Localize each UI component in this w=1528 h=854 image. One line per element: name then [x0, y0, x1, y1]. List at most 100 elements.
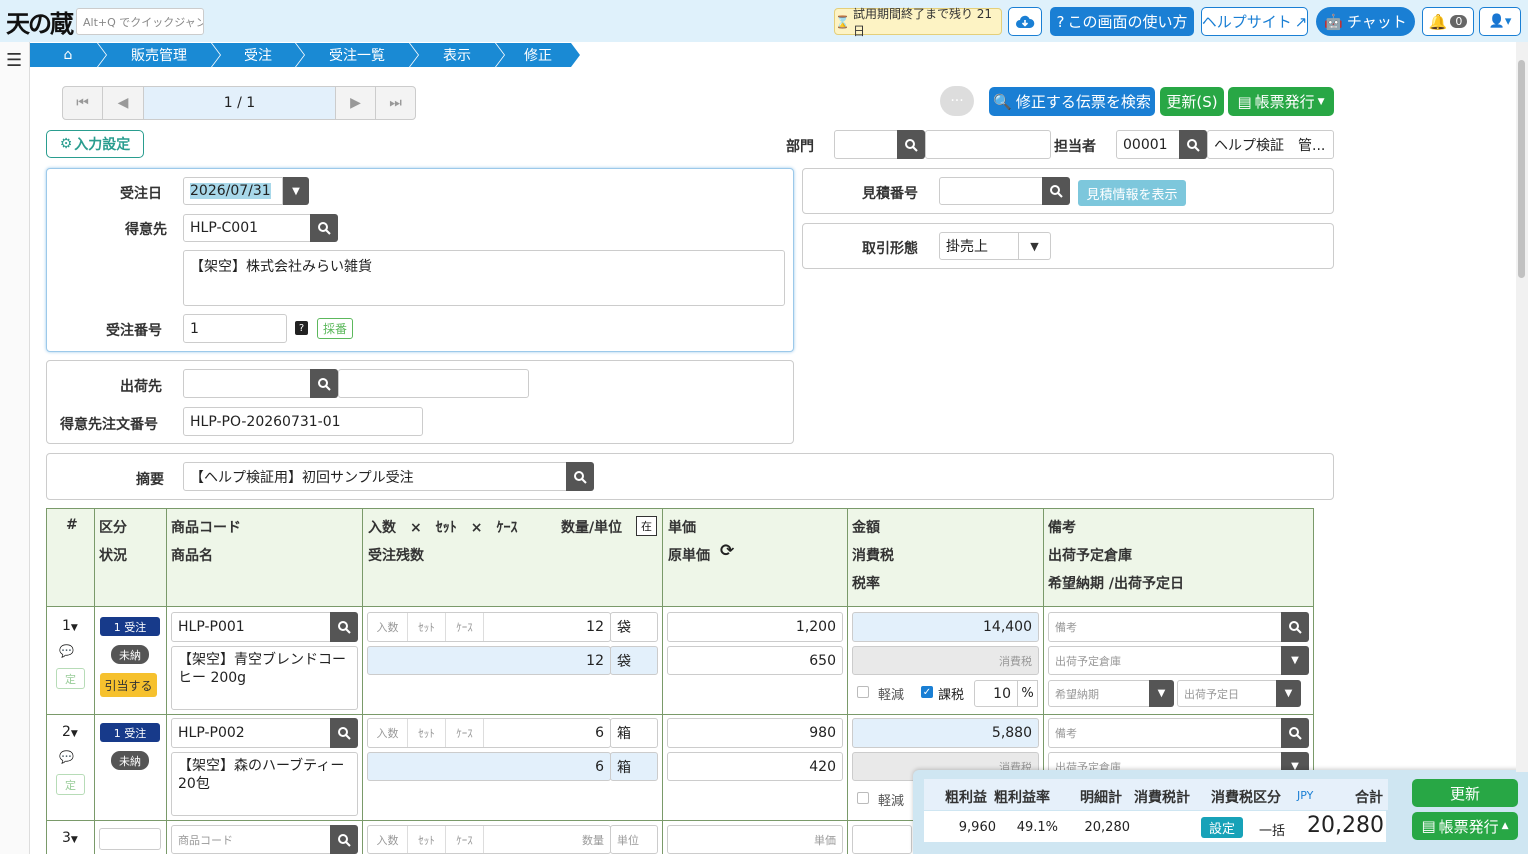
product-search-button[interactable] [330, 825, 358, 854]
summary-update-button[interactable]: 更新 [1412, 779, 1518, 807]
quick-jump-input[interactable]: Alt+Q でクイックジャンプ [76, 8, 204, 35]
row-number[interactable]: 1▼ [62, 618, 78, 634]
light-tax-checkbox[interactable] [857, 686, 869, 698]
input-settings-button[interactable]: ⚙ 入力設定 [46, 130, 144, 158]
breadcrumb-order[interactable]: 受注 [212, 43, 304, 67]
product-search-button[interactable] [330, 612, 358, 642]
product-code-input[interactable]: HLP-P002 [171, 718, 331, 748]
ship-to-search-button[interactable] [310, 369, 338, 398]
fixed-button[interactable]: 定 [56, 774, 85, 795]
product-name-field[interactable]: 【架空】森のハーブティー 20包 [171, 752, 358, 816]
allocate-button[interactable]: 引当する [100, 673, 157, 697]
ship-to-code-input[interactable] [183, 369, 311, 398]
unit-price-input[interactable]: 1,200 [667, 612, 843, 642]
product-code-input[interactable]: HLP-P001 [171, 612, 331, 642]
kubun-input[interactable] [99, 828, 161, 850]
breadcrumb-home[interactable]: ⌂ [30, 43, 106, 67]
breadcrumb-order-list[interactable]: 受注一覧 [296, 43, 418, 67]
ship-date-dropdown[interactable]: ▼ [1276, 680, 1301, 707]
user-menu-button[interactable]: 👤▾ [1479, 7, 1521, 36]
scrollbar-thumb[interactable] [1518, 60, 1525, 278]
help-site-button[interactable]: ヘルプサイト ↗ [1201, 7, 1308, 36]
breadcrumb-label: 表示 [443, 48, 471, 64]
numbering-button[interactable]: 採番 [317, 318, 353, 339]
remark-search-button[interactable] [1281, 612, 1309, 642]
cost-price-input[interactable]: 650 [667, 646, 843, 675]
taxable-checkbox[interactable]: ✓ [921, 686, 933, 698]
quote-search-button[interactable] [1042, 177, 1070, 205]
amount-field[interactable]: 14,400 [852, 612, 1039, 642]
warehouse-select[interactable]: 出荷予定倉庫 [1048, 646, 1282, 675]
wish-date-input[interactable]: 希望納期 [1048, 680, 1150, 707]
unit-price-input[interactable]: 単価 [667, 825, 843, 854]
scrollbar-track[interactable] [1516, 42, 1528, 772]
customer-code-input[interactable]: HLP-C001 [183, 214, 311, 242]
chat-button[interactable]: 🤖 チャット [1316, 7, 1415, 36]
home-icon: ⌂ [63, 47, 73, 63]
ship-date-input[interactable]: 出荷予定日 [1177, 680, 1277, 707]
remark-input[interactable]: 備考 [1048, 612, 1282, 642]
amount-field[interactable] [852, 825, 912, 854]
unit-input[interactable]: 単位 [610, 825, 658, 854]
order-date-dropdown[interactable]: ▼ [283, 177, 309, 205]
dept-code-input[interactable] [834, 130, 898, 159]
staff-search-button[interactable] [1179, 130, 1207, 159]
order-number-input[interactable]: 1 [183, 314, 287, 343]
remark-input[interactable]: 備考 [1048, 718, 1282, 748]
qty-input[interactable]: 入数 ｾｯﾄ ｹｰｽ 12 [367, 612, 611, 642]
last-page-button[interactable]: ⏭ [375, 87, 415, 119]
hamburger-icon[interactable]: ☰ [6, 50, 22, 71]
qty-input[interactable]: 入数 ｾｯﾄ ｹｰｽ 6 [367, 718, 611, 748]
refresh-icon[interactable]: ⟳ [720, 541, 734, 561]
product-code-input[interactable]: 商品コード [171, 825, 331, 854]
comment-icon[interactable]: 💬 [59, 644, 74, 658]
show-quote-button[interactable]: 見積情報を表示 [1078, 180, 1186, 206]
kubun-badge[interactable]: 1 受注 [100, 617, 160, 636]
stock-button[interactable]: 在 [636, 516, 657, 536]
unit-input[interactable]: 箱 [610, 718, 658, 748]
remark-search-button[interactable] [1281, 718, 1309, 748]
notification-button[interactable]: 🔔 0 [1422, 7, 1474, 36]
customer-search-button[interactable] [310, 214, 338, 242]
first-page-button[interactable]: ⏮ [63, 87, 103, 119]
memo-input[interactable]: 【ヘルプ検証用】初回サンプル受注 [183, 462, 567, 491]
order-date-input[interactable]: 2026/07/31 [183, 177, 283, 205]
row-number[interactable]: 3▼ [62, 830, 78, 846]
issue-report-button[interactable]: ▤ 帳票発行 ▼ [1228, 87, 1334, 116]
light-tax-checkbox[interactable] [857, 792, 869, 804]
customer-po-input[interactable]: HLP-PO-20260731-01 [183, 407, 423, 436]
comment-icon[interactable]: ··· [940, 86, 974, 116]
cloud-download-button[interactable] [1008, 7, 1042, 36]
breadcrumb-view[interactable]: 表示 [410, 43, 504, 67]
howto-button[interactable]: ? この画面の使い方 [1050, 7, 1194, 36]
kubun-badge[interactable]: 1 受注 [100, 723, 160, 742]
cost-price-input[interactable]: 420 [667, 752, 843, 781]
customer-name-field[interactable]: 【架空】株式会社みらい雑貨 [183, 250, 785, 306]
qty-input[interactable]: 入数 ｾｯﾄ ｹｰｽ 数量 [367, 825, 611, 854]
unit-price-input[interactable]: 980 [667, 718, 843, 748]
tax-setting-button[interactable]: 設定 [1201, 817, 1243, 838]
trade-type-select[interactable]: 掛売上 ▼ [939, 232, 1051, 260]
app-logo[interactable]: 天の蔵 [6, 4, 74, 39]
update-button[interactable]: 更新(S) [1160, 87, 1224, 116]
summary-issue-button[interactable]: ▤ 帳票発行 ▲ [1412, 812, 1518, 840]
tax-rate-input[interactable]: 10 [974, 680, 1018, 707]
fixed-button[interactable]: 定 [56, 668, 85, 689]
warehouse-dropdown[interactable]: ▼ [1281, 646, 1309, 675]
breadcrumb-sales[interactable]: 販売管理 [98, 43, 220, 67]
help-icon[interactable]: ? [295, 321, 308, 335]
comment-icon[interactable]: 💬 [59, 750, 74, 764]
prev-page-button[interactable]: ◀ [103, 87, 144, 119]
staff-code-input[interactable]: 00001 [1116, 130, 1180, 159]
wish-date-dropdown[interactable]: ▼ [1149, 680, 1174, 707]
next-page-button[interactable]: ▶ [335, 87, 375, 119]
unit-input[interactable]: 袋 [610, 612, 658, 642]
search-slip-button[interactable]: 🔍 修正する伝票を検索 [989, 87, 1155, 116]
amount-field[interactable]: 5,880 [852, 718, 1039, 748]
row-number[interactable]: 2▼ [62, 724, 78, 740]
product-name-field[interactable]: 【架空】青空ブレンドコーヒー 200g [171, 646, 358, 710]
dept-search-button[interactable] [897, 130, 925, 159]
product-search-button[interactable] [330, 718, 358, 748]
memo-search-button[interactable] [566, 462, 594, 491]
quote-number-input[interactable] [939, 177, 1043, 205]
